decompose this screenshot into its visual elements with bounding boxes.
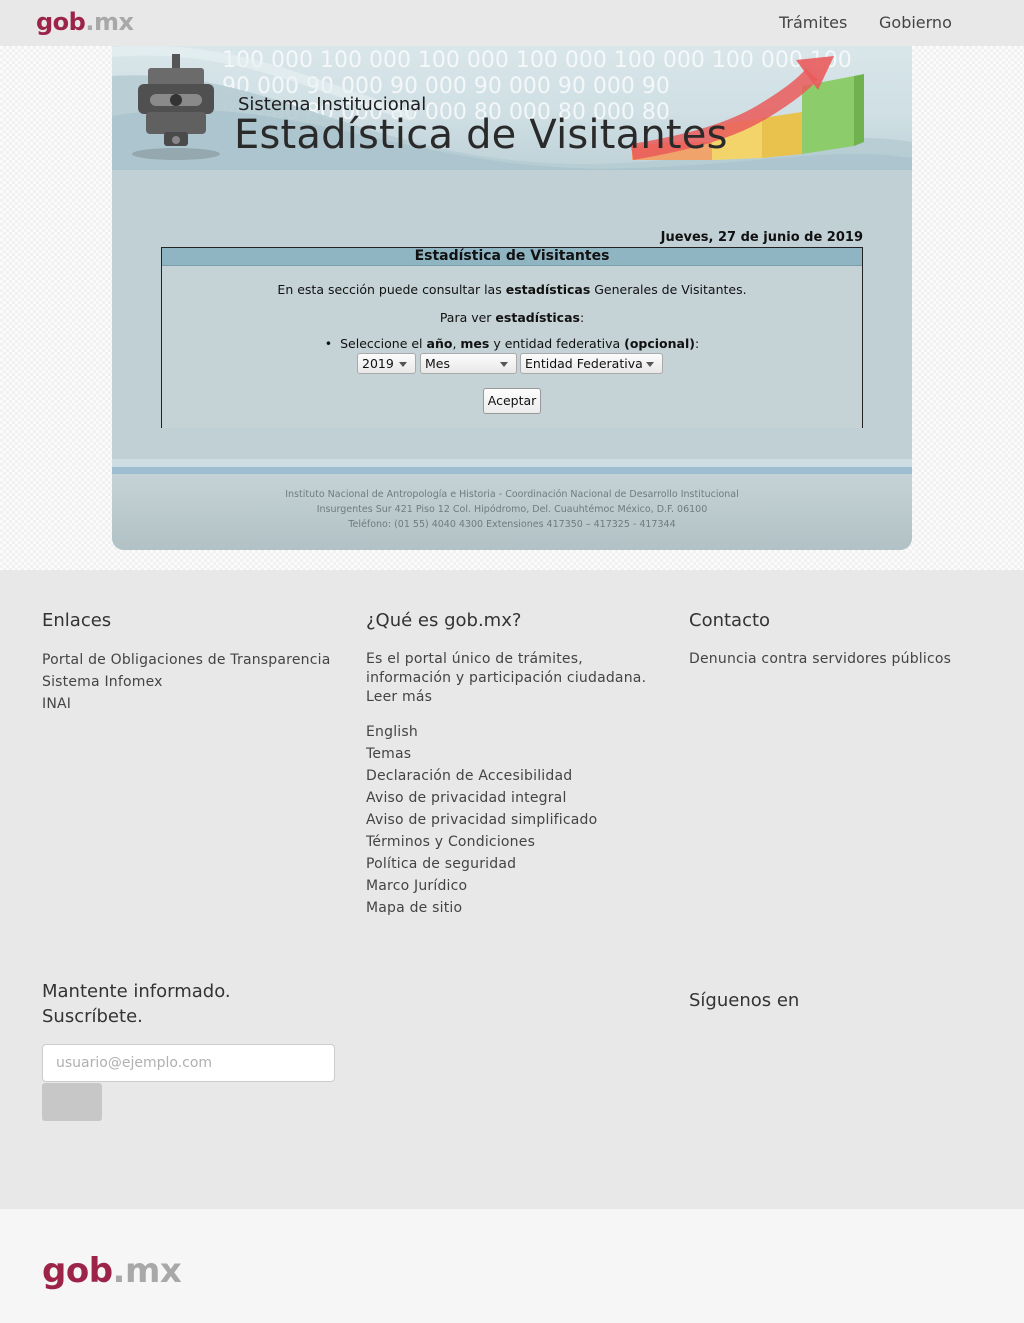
month-select[interactable]: Mes [420,353,517,374]
gobmx-footer-logo[interactable]: gob.mx [42,1251,182,1291]
stats-app-container: 100 000 100 000 100 000 100 000 100 000 … [112,46,912,550]
select-instructions: • Seleccione el año, mes y entidad feder… [162,336,862,351]
newsletter-heading: Mantente informado. Suscríbete. [42,979,231,1029]
footer-link-denuncia[interactable]: Denuncia contra servidores públicos [689,651,951,667]
footer-link-infomex[interactable]: Sistema Infomex [42,674,163,690]
month-select-value: Mes [425,356,450,371]
chevron-down-icon [399,362,407,367]
para-bold: estadísticas [495,310,580,325]
year-select[interactable]: 2019 [357,353,416,374]
footer-link-transparencia[interactable]: Portal de Obligaciones de Transparencia [42,652,330,668]
intro-bold: estadísticas [505,282,591,297]
logo-mx-text: .mx [85,8,134,36]
bullet-month: mes [460,336,490,351]
divider-stripe [112,467,912,474]
bullet-pre: Seleccione el [340,336,427,351]
footer-link-marco-juridico[interactable]: Marco Jurídico [366,878,467,894]
institution-address: Insurgentes Sur 421 Piso 12 Col. Hipódro… [316,504,708,515]
newsletter-line: Suscríbete. [42,1006,143,1027]
nav-link-tramites[interactable]: Trámites [779,13,847,32]
bullet-year: año [426,336,453,351]
header-banner: 100 000 100 000 100 000 100 000 100 000 … [112,46,912,170]
institution-footer: Instituto Nacional de Antropología e His… [112,474,912,550]
footer-link-accesibilidad[interactable]: Declaración de Accesibilidad [366,768,572,784]
stats-panel: Estadística de Visitantes En esta secció… [161,247,863,428]
que-es-heading: ¿Qué es gob.mx? [366,610,522,631]
bullet-end: : [694,336,700,351]
banner-title: Estadística de Visitantes [234,112,728,158]
panel-title: Estadística de Visitantes [162,248,862,266]
chevron-down-icon [500,362,508,367]
accept-button[interactable]: Aceptar [483,388,541,414]
footer-link-inai[interactable]: INAI [42,696,71,712]
footer-link-terminos[interactable]: Términos y Condiciones [366,834,535,850]
footer-link-temas[interactable]: Temas [366,746,411,762]
bottom-bar: gob.mx [0,1209,1024,1323]
para-ver-text: Para ver estadísticas: [162,310,862,325]
para-post: : [579,310,585,325]
newsletter-email-input[interactable] [42,1044,335,1082]
logo-gob-text: gob [42,1251,113,1291]
year-select-value: 2019 [362,356,394,371]
divider-stripe [112,459,912,467]
chevron-down-icon [646,362,654,367]
que-es-line: Es el portal único de trámites, [366,651,583,667]
subscribe-button[interactable] [42,1083,102,1121]
institution-name: Instituto Nacional de Antropología e His… [285,489,739,500]
intro-text: En esta sección puede consultar las esta… [162,282,862,297]
institution-phone: Teléfono: (01 55) 4040 4300 Extensiones … [348,519,676,530]
logo-mx-text: .mx [112,1251,182,1291]
que-es-description: Es el portal único de trámites, informac… [366,650,646,688]
siguenos-heading: Síguenos en [689,990,800,1011]
footer-link-privacidad-integral[interactable]: Aviso de privacidad integral [366,790,567,806]
top-navbar: gob.mx Trámites Gobierno [0,0,1024,46]
footer-link-mapa-sitio[interactable]: Mapa de sitio [366,900,462,916]
footer-link-seguridad[interactable]: Política de seguridad [366,856,516,872]
site-footer: Enlaces Portal de Obligaciones de Transp… [0,570,1024,1209]
state-select-value: Entidad Federativa [525,356,643,371]
footer-link-privacidad-simplificado[interactable]: Aviso de privacidad simplificado [366,812,597,828]
newsletter-line: Mantente informado. [42,981,231,1002]
intro-pre: En esta sección puede consultar las [277,282,506,297]
para-pre: Para ver [439,310,496,325]
bullet-optional: (opcional) [624,336,695,351]
footer-link-english[interactable]: English [366,724,418,740]
nav-link-gobierno[interactable]: Gobierno [879,13,952,32]
que-es-line: información y participación ciudadana. [366,670,647,686]
enlaces-heading: Enlaces [42,610,112,631]
state-select[interactable]: Entidad Federativa [520,353,663,374]
current-date: Jueves, 27 de junio de 2019 [660,230,863,245]
intro-post: Generales de Visitantes. [590,282,747,297]
logo-gob-text: gob [36,8,86,36]
bullet-mid: y entidad federativa [489,336,625,351]
gobmx-logo[interactable]: gob.mx [36,8,134,36]
bullet-icon: • [324,336,341,351]
leer-mas-link[interactable]: Leer más [366,689,432,705]
contacto-heading: Contacto [689,610,771,631]
